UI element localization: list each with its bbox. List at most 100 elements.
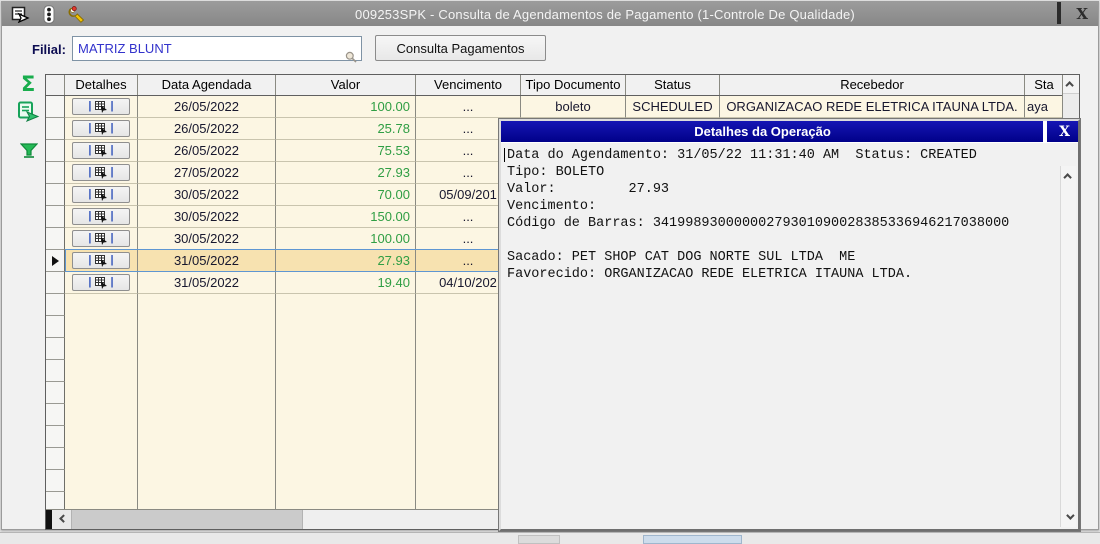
detalhes-cell: [65, 448, 138, 470]
header-status[interactable]: Status: [626, 75, 720, 95]
detalhes-cell: | |: [65, 140, 138, 162]
table-row[interactable]: | | 26/05/2022 100.00 ... boleto SCHEDUL…: [46, 96, 1079, 118]
cell-tipo-documento: boleto: [521, 96, 626, 118]
grid-cursor-icon: [94, 188, 107, 201]
cell-data-agendada: 27/05/2022: [138, 162, 276, 184]
grid-cursor-icon: [94, 210, 107, 223]
cell-valor: [276, 316, 416, 338]
cell-valor: 27.93: [276, 162, 416, 184]
sum-sigma-icon[interactable]: Σ: [21, 74, 35, 95]
chevron-up-icon: [1062, 173, 1072, 182]
row-indicator-cell: [46, 272, 65, 294]
header-data-agendada[interactable]: Data Agendada: [138, 75, 276, 95]
cell-data-agendada: [138, 470, 276, 492]
dialog-scroll-up-button[interactable]: [1061, 168, 1076, 184]
cell-valor: 25.78: [276, 118, 416, 140]
dialog-scroll-down-button[interactable]: [1061, 509, 1076, 525]
cell-valor: 150.00: [276, 206, 416, 228]
cell-data-agendada: [138, 382, 276, 404]
grid-cursor-icon: [94, 276, 107, 289]
maximize-icon: [1043, 120, 1048, 142]
horizontal-scroll-thumb[interactable]: [71, 510, 303, 529]
detalhes-button[interactable]: | |: [72, 252, 130, 269]
detalhes-button[interactable]: | |: [72, 98, 130, 115]
cell-data-agendada: [138, 448, 276, 470]
row-indicator-cell: [46, 492, 65, 509]
detalhes-cell: [65, 426, 138, 448]
cell-valor: [276, 338, 416, 360]
pipe-glyph: |: [88, 276, 92, 288]
detalhes-button[interactable]: | |: [72, 230, 130, 247]
traffic-light-icon[interactable]: [43, 4, 55, 24]
cell-data-agendada: [138, 294, 276, 316]
cell-valor: 100.00: [276, 96, 416, 118]
dialog-scrollbar[interactable]: [1060, 166, 1076, 527]
row-indicator-cell: [46, 162, 65, 184]
grid-cursor-icon: [94, 254, 107, 267]
app-window: 009253SPK - Consulta de Agendamentos de …: [1, 1, 1099, 531]
detalhes-button[interactable]: | |: [72, 142, 130, 159]
header-vencimento[interactable]: Vencimento: [416, 75, 521, 95]
row-indicator-cell: [46, 206, 65, 228]
cell-valor: 27.93: [276, 250, 416, 272]
detalhes-button[interactable]: | |: [72, 274, 130, 291]
pipe-glyph: |: [110, 276, 114, 288]
cell-data-agendada: [138, 426, 276, 448]
row-indicator-cell: [46, 294, 65, 316]
pipe-glyph: |: [88, 144, 92, 156]
grid-cursor-icon: [94, 122, 107, 135]
detalhes-cell: | |: [65, 118, 138, 140]
cell-valor: 70.00: [276, 184, 416, 206]
close-button[interactable]: X: [1076, 6, 1088, 22]
pipe-glyph: |: [110, 188, 114, 200]
detalhes-button[interactable]: | |: [72, 208, 130, 225]
pipe-glyph: |: [88, 100, 92, 112]
cell-data-agendada: 31/05/2022: [138, 272, 276, 294]
detalhes-button[interactable]: | |: [72, 164, 130, 181]
maximize-button[interactable]: [1057, 2, 1062, 24]
wrench-icon[interactable]: [68, 5, 86, 23]
current-row-marker: [51, 255, 59, 266]
pipe-glyph: |: [110, 232, 114, 244]
cell-valor: [276, 426, 416, 448]
cell-valor: [276, 382, 416, 404]
cell-data-agendada: [138, 316, 276, 338]
dialog-body: Data do Agendamento: 31/05/22 11:31:40 A…: [501, 142, 1078, 529]
detalhes-button[interactable]: | |: [72, 120, 130, 137]
cell-data-agendada: [138, 360, 276, 382]
header-detalhes[interactable]: Detalhes: [65, 75, 138, 95]
header-recebedor[interactable]: Recebedor: [720, 75, 1025, 95]
scroll-up-button[interactable]: [1063, 75, 1079, 94]
header-sta[interactable]: Sta: [1025, 75, 1064, 95]
dialog-close-button[interactable]: X: [1059, 125, 1070, 139]
cell-valor: 19.40: [276, 272, 416, 294]
export-grid-icon[interactable]: [17, 101, 40, 127]
dialog-maximize-button[interactable]: [1043, 120, 1048, 142]
filial-input[interactable]: [72, 36, 362, 61]
row-indicator-cell: [46, 470, 65, 492]
cell-status: SCHEDULED: [626, 96, 720, 118]
pipe-glyph: |: [110, 254, 114, 266]
grid-header-row: Detalhes Data Agendada Valor Vencimento …: [46, 75, 1079, 96]
pipe-glyph: |: [88, 254, 92, 266]
dialog-text[interactable]: Data do Agendamento: 31/05/22 11:31:40 A…: [507, 147, 1056, 525]
lookup-magnifier-icon[interactable]: [345, 50, 357, 68]
header-tipo-documento[interactable]: Tipo Documento: [521, 75, 626, 95]
pipe-glyph: |: [88, 210, 92, 222]
detalhes-operacao-dialog: Detalhes da Operação X Data do Agendamen…: [499, 119, 1080, 531]
header-valor[interactable]: Valor: [276, 75, 416, 95]
detalhes-cell: | |: [65, 250, 138, 272]
consulta-pagamentos-button[interactable]: Consulta Pagamentos: [375, 35, 546, 61]
detalhes-cell: | |: [65, 184, 138, 206]
filial-label: Filial:: [32, 42, 66, 57]
detalhes-cell: [65, 360, 138, 382]
row-indicator-cell: [46, 382, 65, 404]
dialog-text-line: Código de Barras: 3419989300000027930109…: [507, 216, 1010, 231]
scroll-left-button[interactable]: [52, 510, 71, 529]
row-indicator-cell: [46, 96, 65, 118]
detalhes-button[interactable]: | |: [72, 186, 130, 203]
text-caret: [504, 148, 505, 162]
cell-sta: aya: [1025, 96, 1064, 118]
export-form-icon[interactable]: [11, 6, 30, 23]
filter-funnel-icon[interactable]: [19, 143, 39, 163]
